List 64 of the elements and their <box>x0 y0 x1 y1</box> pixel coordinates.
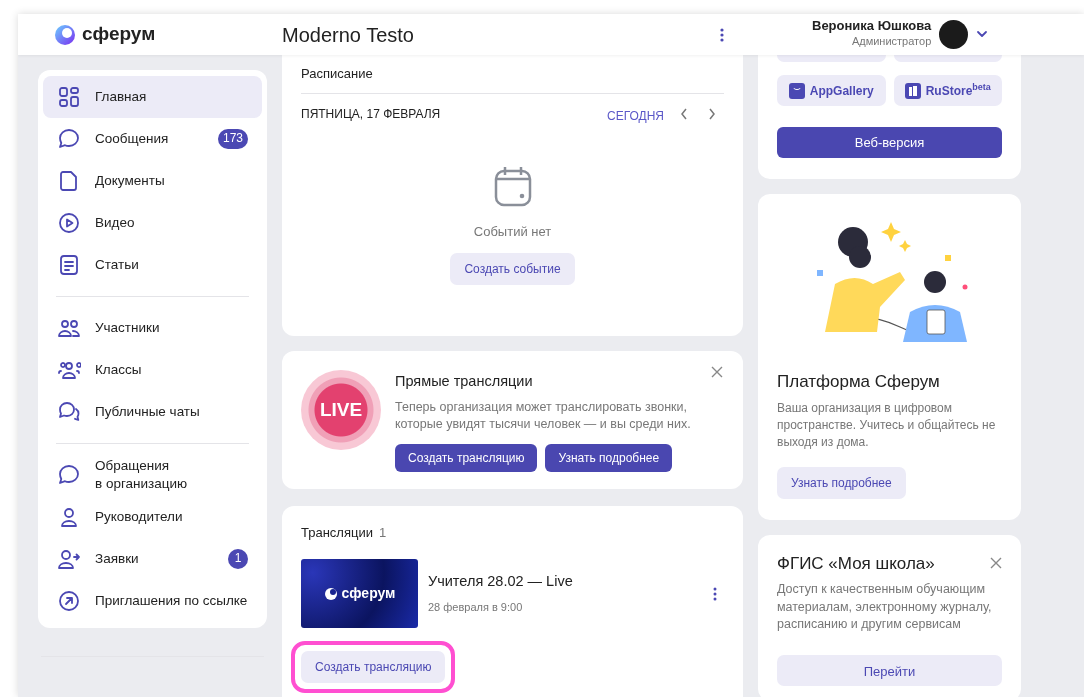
sidebar-item[interactable]: Классы <box>43 349 262 391</box>
card-title: Прямые трансляции <box>395 372 534 391</box>
sidebar-item[interactable]: Документы <box>43 160 262 202</box>
user-role: Администратор <box>850 34 932 50</box>
logo-icon <box>323 586 338 601</box>
count-badge: 1 <box>228 549 248 569</box>
sidebar-item[interactable]: Сообщения 173 <box>43 118 262 160</box>
sidebar-item[interactable]: Обращения в организацию <box>43 454 262 496</box>
card-title: Расписание <box>301 65 374 83</box>
today-link[interactable]: СЕГОДНЯ <box>606 106 664 125</box>
create-event-button[interactable]: Создать событие <box>450 253 575 285</box>
store-icon <box>904 82 921 99</box>
description: Доступ к качественным обучающим материалам, электронному журналу, расписанию и другим сервисам <box>777 581 993 634</box>
description: Ваша организация в цифровом пространстве. Учитесь и общайтесь не выходя из дома. <box>777 399 997 452</box>
chevron-down-icon[interactable] <box>976 30 989 39</box>
bag-icon <box>788 82 805 99</box>
arrow-circle-icon <box>57 589 81 613</box>
calendar-icon <box>493 164 532 207</box>
more-icon[interactable] <box>720 27 724 42</box>
broadcast-date: 28 февраля в 9:00 <box>428 600 524 616</box>
page-title: Moderno Testo <box>282 22 415 48</box>
sidebar-item[interactable]: Заявки 1 <box>43 538 262 580</box>
article-icon <box>57 253 81 277</box>
broadcast-title: Учителя 28.02 — Live <box>428 572 574 592</box>
date-label: ПЯТНИЦА, 17 ФЕВРАЛЯ <box>301 105 442 123</box>
chats-icon <box>57 400 81 424</box>
logo-icon <box>54 23 76 46</box>
create-broadcast-button[interactable]: Создать трансляцию <box>301 651 446 683</box>
chat-icon <box>57 127 81 151</box>
close-icon[interactable] <box>990 557 1002 570</box>
card-title: Платформа Сферум <box>777 371 941 393</box>
sidebar-item[interactable]: Публичные чаты <box>43 391 262 433</box>
count-label: 1 <box>378 524 387 540</box>
person-arrow-icon <box>57 547 81 571</box>
chevron-right-icon[interactable] <box>708 107 716 120</box>
web-version-button[interactable]: Веб-версия <box>777 127 1002 158</box>
avatar[interactable] <box>939 20 969 49</box>
sidebar-item[interactable]: Участники <box>43 307 262 349</box>
chat-icon <box>57 463 81 487</box>
sidebar-item[interactable]: Главная <box>43 76 262 118</box>
close-icon[interactable] <box>711 366 723 378</box>
create-broadcast-button[interactable]: Создать трансляцию <box>395 443 538 472</box>
learn-more-button[interactable]: Узнать подробнее <box>545 443 673 472</box>
logo-text: сферум <box>82 22 156 47</box>
grid-icon <box>57 85 81 109</box>
rustore-button[interactable]: RuStore$^{beta}$ <box>893 75 1002 106</box>
sidebar-item[interactable]: Статьи <box>43 244 262 286</box>
description: Теперь организация может транслировать звонки, которые увидят тысячи человек — и вы среди них. <box>395 398 692 433</box>
user-name: Вероника Юшкова <box>812 19 932 34</box>
sidebar-item[interactable]: Руководители <box>43 496 262 538</box>
play-icon <box>57 211 81 235</box>
broadcast-thumbnail[interactable]: сферум <box>301 559 418 628</box>
sidebar-item[interactable]: Приглашения по ссылке <box>43 580 262 622</box>
appgallery-button[interactable]: AppGallery <box>777 75 886 106</box>
live-badge: LIVE <box>301 370 381 450</box>
learn-more-button[interactable]: Узнать подробнее <box>777 466 906 499</box>
sidebar-item[interactable]: Видео <box>43 202 262 244</box>
card-title: Трансляции <box>301 524 373 540</box>
go-button[interactable]: Перейти <box>777 654 1002 686</box>
chevron-left-icon[interactable] <box>680 107 688 120</box>
empty-message: Событий нет <box>473 222 552 241</box>
count-badge: 173 <box>217 129 248 149</box>
more-icon[interactable] <box>713 586 717 601</box>
card-title: ФГИС «Моя школа» <box>777 552 936 575</box>
